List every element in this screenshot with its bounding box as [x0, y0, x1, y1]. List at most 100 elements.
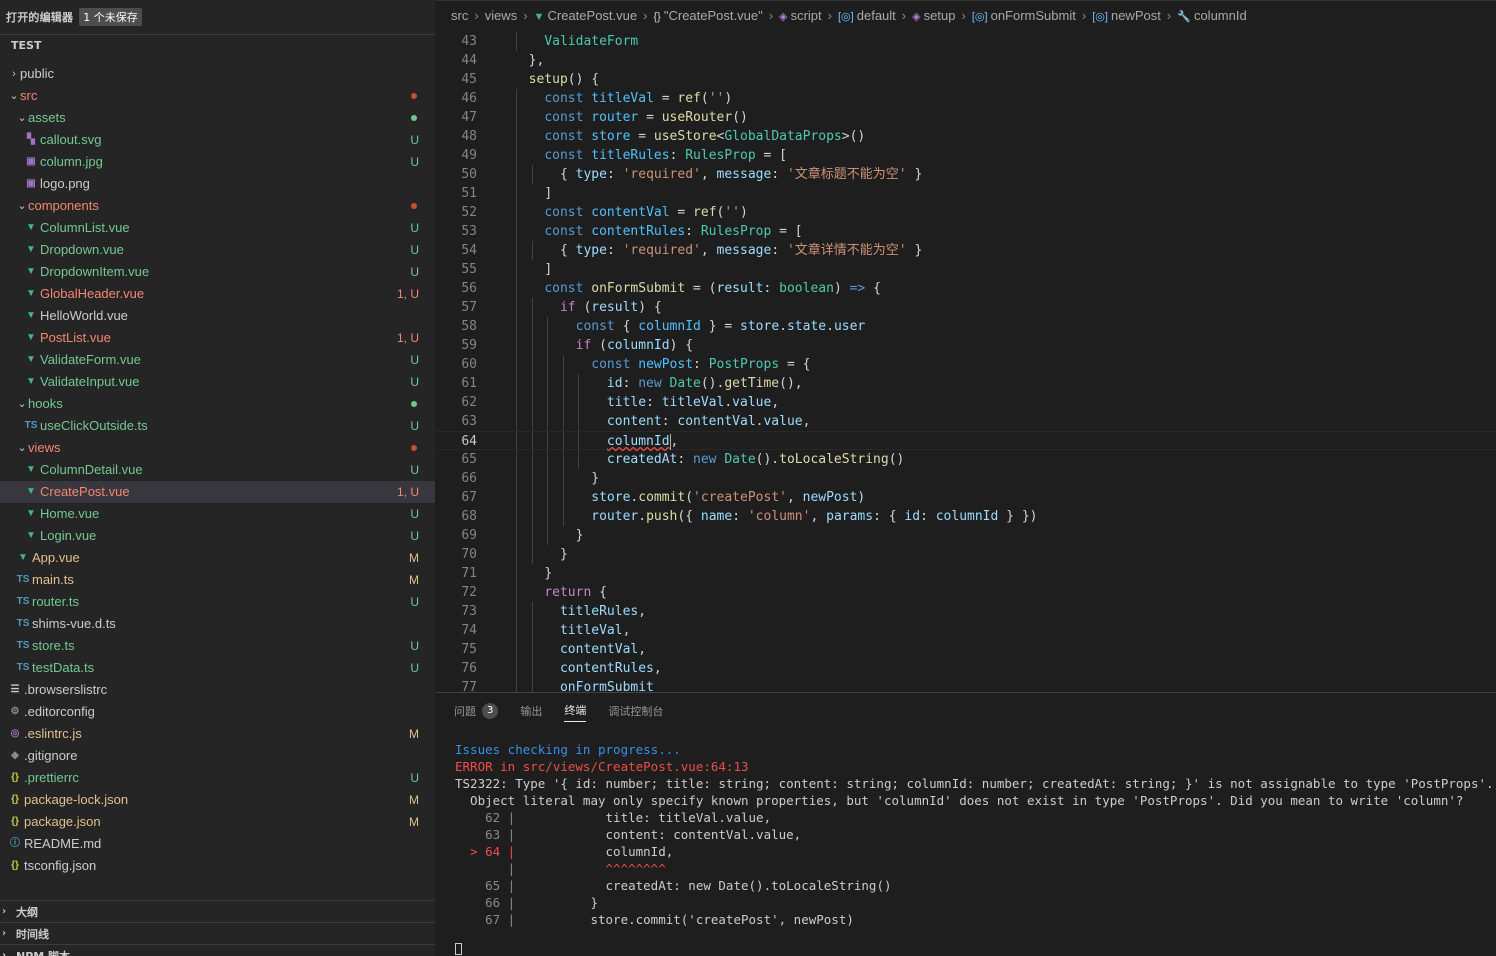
indent-guide — [531, 659, 533, 678]
chevron-down-icon: ⌄ — [17, 200, 27, 212]
tree-file[interactable]: ▼ Login.vue U — [0, 525, 435, 547]
panel-tab[interactable]: 输出 — [520, 693, 542, 728]
code-line: 60 const newPost: PostProps = { — [436, 355, 1496, 374]
code-token: = — [669, 205, 694, 220]
tree-folder[interactable]: › public — [0, 63, 435, 85]
code-token: contentVal — [677, 414, 756, 429]
code-line: 52 const contentVal = ref('') — [436, 203, 1496, 222]
indent-guide — [516, 241, 517, 260]
code-token: RulesProp — [700, 224, 772, 239]
tree-file[interactable]: {} package.json M — [0, 811, 435, 833]
code-token: . — [779, 319, 787, 334]
tree-file[interactable]: ▼ DropdownItem.vue U — [0, 261, 435, 283]
panel-tab[interactable]: 终端 — [564, 700, 587, 722]
sidebar-section[interactable]: › 时间线 — [0, 922, 435, 944]
panel-tab[interactable]: 调试控制台 — [608, 693, 663, 728]
tree-file[interactable]: TS testData.ts U — [0, 657, 435, 679]
code-line: 69 } — [436, 526, 1496, 545]
indent-guide — [562, 432, 564, 449]
tree-file[interactable]: TS store.ts U — [0, 635, 435, 657]
tree-file[interactable]: TS router.ts U — [0, 591, 435, 613]
tree-file[interactable]: ▼ ValidateForm.vue U — [0, 349, 435, 371]
code-area[interactable]: 43 ValidateForm 44 }, 45 setup() {46 const… — [436, 32, 1496, 692]
code-token: Date — [669, 376, 701, 391]
tree-file[interactable]: ⚙ .editorconfig — [0, 701, 435, 723]
indent-guide — [516, 317, 517, 336]
code-token: useStore — [653, 129, 717, 144]
indent-guide — [547, 469, 549, 488]
breadcrumb-item[interactable]: src — [451, 8, 468, 23]
tree-file[interactable]: {} .prettierrc U — [0, 767, 435, 789]
tree-folder[interactable]: ⌄ src — [0, 85, 435, 107]
code-token: { — [559, 243, 576, 258]
tree-file[interactable]: ▼ App.vue M — [0, 547, 435, 569]
folder-section-header[interactable]: TEST — [0, 34, 435, 56]
tree-file[interactable]: ▣ logo.png — [0, 173, 435, 195]
tree-file[interactable]: ☰ .browserslistrc — [0, 679, 435, 701]
tree-folder[interactable]: ⌄ assets — [0, 107, 435, 129]
breadcrumb-item[interactable]: views — [485, 8, 518, 23]
tree-file[interactable]: ▼ HelloWorld.vue — [0, 305, 435, 327]
breadcrumb-item[interactable]: [◎] default — [838, 8, 896, 23]
indent-guide — [547, 507, 549, 526]
breadcrumb-item[interactable]: ◈ script — [779, 8, 822, 23]
tree-file[interactable]: {} package-lock.json M — [0, 789, 435, 811]
breadcrumb-item[interactable]: 🔧 columnId — [1177, 8, 1247, 23]
code-line: 68 router.push({ name: 'column', params:… — [436, 507, 1496, 526]
code-text: return { — [477, 583, 607, 602]
code-token: ( — [575, 300, 592, 315]
tree-file[interactable]: ▼ ColumnList.vue U — [0, 217, 435, 239]
code-text: contentRules, — [477, 659, 662, 678]
code-token: : — [920, 509, 936, 524]
vue-file-icon: ▼ — [26, 244, 36, 255]
tree-file[interactable]: TS shims-vue.d.ts — [0, 613, 435, 635]
code-token: = — [653, 91, 678, 106]
ts-file-icon: TS — [16, 640, 30, 651]
sidebar-section[interactable]: › NPM 脚本 — [0, 944, 435, 956]
tree-file[interactable]: ▼ Dropdown.vue U — [0, 239, 435, 261]
tree-file[interactable]: ▼ ValidateInput.vue U — [0, 371, 435, 393]
tree-file[interactable]: TS main.ts M — [0, 569, 435, 591]
code-token: const — [544, 281, 592, 296]
panel-tab[interactable]: 问题 3 — [454, 693, 499, 728]
tree-file[interactable]: TS useClickOutside.ts U — [0, 415, 435, 437]
tree-folder[interactable]: ⌄ views — [0, 437, 435, 459]
tree-folder[interactable]: ⌄ components — [0, 195, 435, 217]
code-token: () — [732, 110, 748, 125]
tree-file[interactable]: ◆ .gitignore — [0, 745, 435, 767]
tree-file[interactable]: {} tsconfig.json — [0, 855, 435, 877]
tree-item-label: assets — [28, 110, 66, 125]
tree-file[interactable]: ▚ callout.svg U — [0, 129, 435, 151]
tree-item-label: CreatePost.vue — [40, 484, 130, 499]
code-text: createdAt: new Date().toLocaleString() — [477, 450, 904, 469]
code-token: '' — [708, 91, 725, 106]
terminal-output[interactable]: Issues checking in progress... ERROR in s… — [455, 741, 1494, 928]
code-editor[interactable]: src › views › ▼ CreatePost.vue › {} "CreatePos… — [436, 0, 1496, 692]
tree-file[interactable]: ◎ .eslintrc.js M — [0, 723, 435, 745]
indent-guide — [531, 412, 533, 431]
breadcrumb-item[interactable]: [◎] onFormSubmit — [972, 8, 1076, 23]
tree-item-label: Home.vue — [40, 506, 100, 521]
code-token: titleVal — [591, 91, 654, 106]
breadcrumb-item[interactable]: [◎] newPost — [1092, 8, 1161, 23]
breadcrumb-item[interactable]: ◈ setup — [912, 8, 955, 23]
property-icon: 🔧 — [1177, 11, 1194, 23]
code-token: = [ — [771, 224, 803, 239]
tree-file[interactable]: ▼ PostList.vue 1, U — [0, 327, 435, 349]
tree-file[interactable]: ▣ column.jpg U — [0, 151, 435, 173]
tree-file[interactable]: ▼ GlobalHeader.vue 1, U — [0, 283, 435, 305]
breadcrumb-item[interactable]: ▼ CreatePost.vue — [534, 8, 638, 23]
code-token: getTime — [724, 376, 780, 391]
git-status: U — [410, 221, 419, 235]
open-editors-header[interactable]: 打开的编辑器 1 个未保存 — [0, 0, 435, 34]
tree-file[interactable]: ▼ CreatePost.vue 1, U — [0, 481, 435, 503]
line-number: 67 — [461, 490, 477, 505]
tree-file[interactable]: ▼ Home.vue U — [0, 503, 435, 525]
tree-folder[interactable]: ⌄ hooks — [0, 393, 435, 415]
tree-file[interactable]: ▼ ColumnDetail.vue U — [0, 459, 435, 481]
sidebar-section[interactable]: › 大纲 — [0, 900, 435, 922]
tree-file[interactable]: ⓘ README.md — [0, 833, 435, 855]
terminal-line: TS2322: Type '{ id: number; title: strin… — [455, 775, 1494, 792]
code-token: const — [544, 205, 592, 220]
breadcrumb-item[interactable]: {} "CreatePost.vue" — [653, 8, 762, 23]
